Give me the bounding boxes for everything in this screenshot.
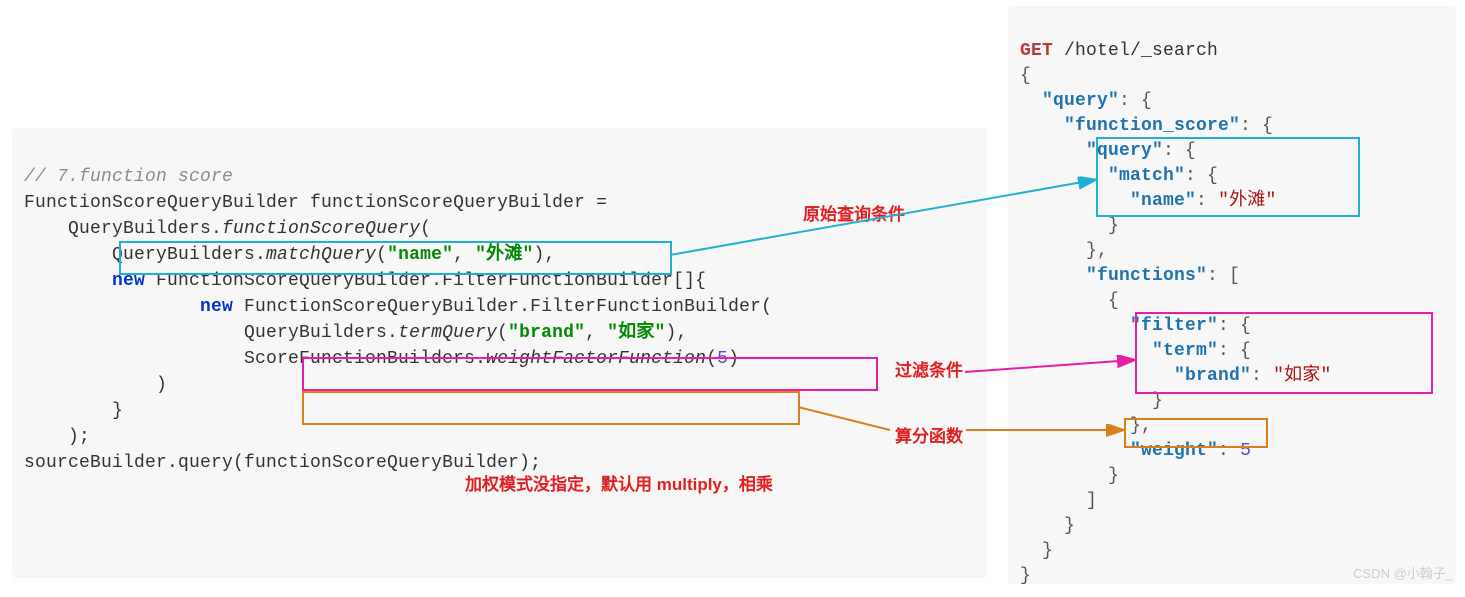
code-line: }: [1020, 566, 1031, 586]
code-line: }: [1020, 516, 1075, 536]
code-line: "query": {: [1020, 141, 1196, 161]
code-line: }: [24, 401, 123, 421]
code-line: new FunctionScoreQueryBuilder.FilterFunc…: [24, 271, 706, 291]
annotation-boost-mode: 加权模式没指定，默认用 multiply，相乘: [465, 470, 773, 495]
watermark: CSDN @小翰子_: [1353, 563, 1453, 582]
code-line: "function_score": {: [1020, 116, 1273, 136]
code-line: {: [1020, 291, 1119, 311]
code-comment: // 7.function score: [24, 167, 233, 187]
annotation-original-query: 原始查询条件: [803, 200, 905, 225]
code-line: ScoreFunctionBuilders.weightFactorFuncti…: [24, 349, 739, 369]
code-line: }: [1020, 541, 1053, 561]
annotation-filter: 过滤条件: [895, 356, 963, 381]
code-line: },: [1020, 241, 1108, 261]
code-line: "weight": 5: [1020, 441, 1251, 461]
code-line: }: [1020, 466, 1119, 486]
code-line: ): [24, 375, 167, 395]
code-line: GET /hotel/_search: [1020, 41, 1218, 61]
code-line: FunctionScoreQueryBuilder functionScoreQ…: [24, 193, 607, 213]
code-line: "name": "外滩": [1020, 191, 1276, 211]
code-line: );: [24, 427, 90, 447]
code-line: "filter": {: [1020, 316, 1251, 336]
code-line: },: [1020, 416, 1152, 436]
code-line: "functions": [: [1020, 266, 1240, 286]
annotation-score-fn: 算分函数: [895, 422, 963, 447]
code-line: "match": {: [1020, 166, 1218, 186]
code-line: "brand": "如家": [1020, 366, 1331, 386]
code-line: ]: [1020, 491, 1097, 511]
json-code-panel: GET /hotel/_search { "query": { "functio…: [1008, 6, 1456, 584]
code-line: "query": {: [1020, 91, 1152, 111]
json-code-block: GET /hotel/_search { "query": { "functio…: [1008, 6, 1456, 597]
code-line: sourceBuilder.query(functionScoreQueryBu…: [24, 453, 541, 473]
code-line: QueryBuilders.termQuery("brand", "如家"),: [24, 323, 688, 343]
code-line: new FunctionScoreQueryBuilder.FilterFunc…: [24, 297, 772, 317]
java-code-block: // 7.function score FunctionScoreQueryBu…: [12, 128, 987, 486]
code-line: QueryBuilders.functionScoreQuery(: [24, 219, 431, 239]
code-line: }: [1020, 391, 1163, 411]
code-line: "term": {: [1020, 341, 1251, 361]
java-code-panel: // 7.function score FunctionScoreQueryBu…: [12, 128, 987, 578]
code-line: QueryBuilders.matchQuery("name", "外滩"),: [24, 245, 556, 265]
code-line: }: [1020, 216, 1119, 236]
code-line: {: [1020, 66, 1031, 86]
